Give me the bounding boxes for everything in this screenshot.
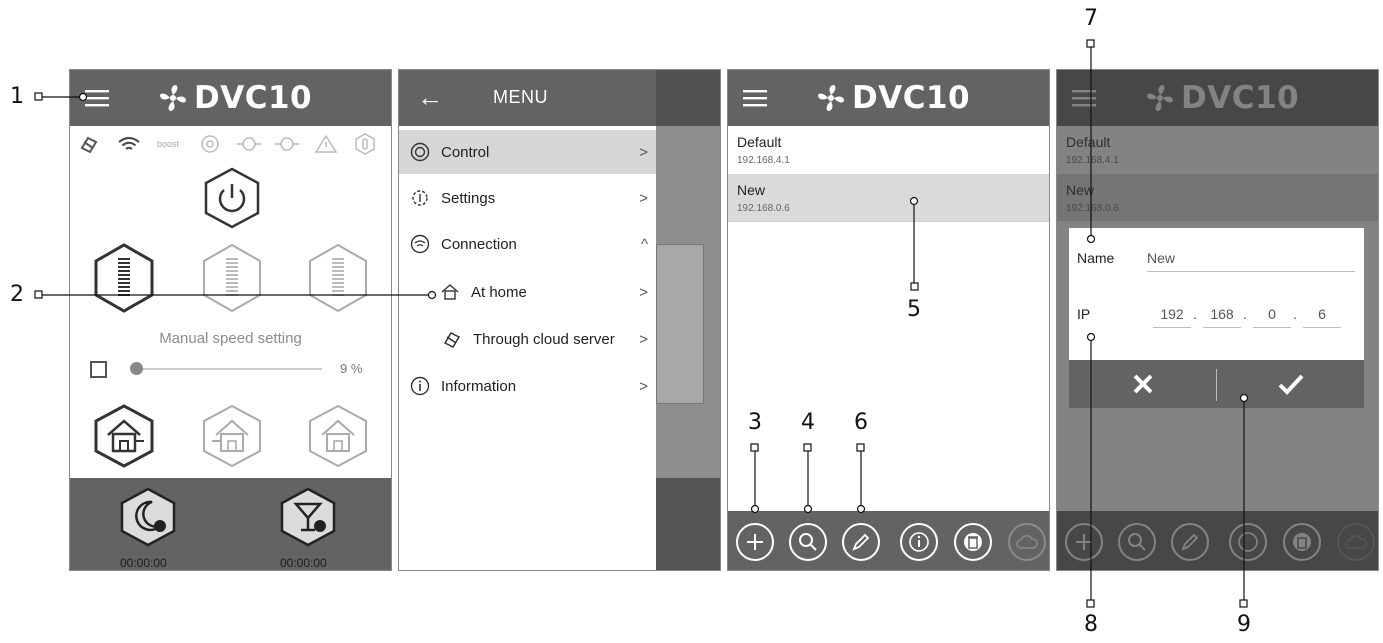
callout-lines: [34, 39, 1249, 608]
